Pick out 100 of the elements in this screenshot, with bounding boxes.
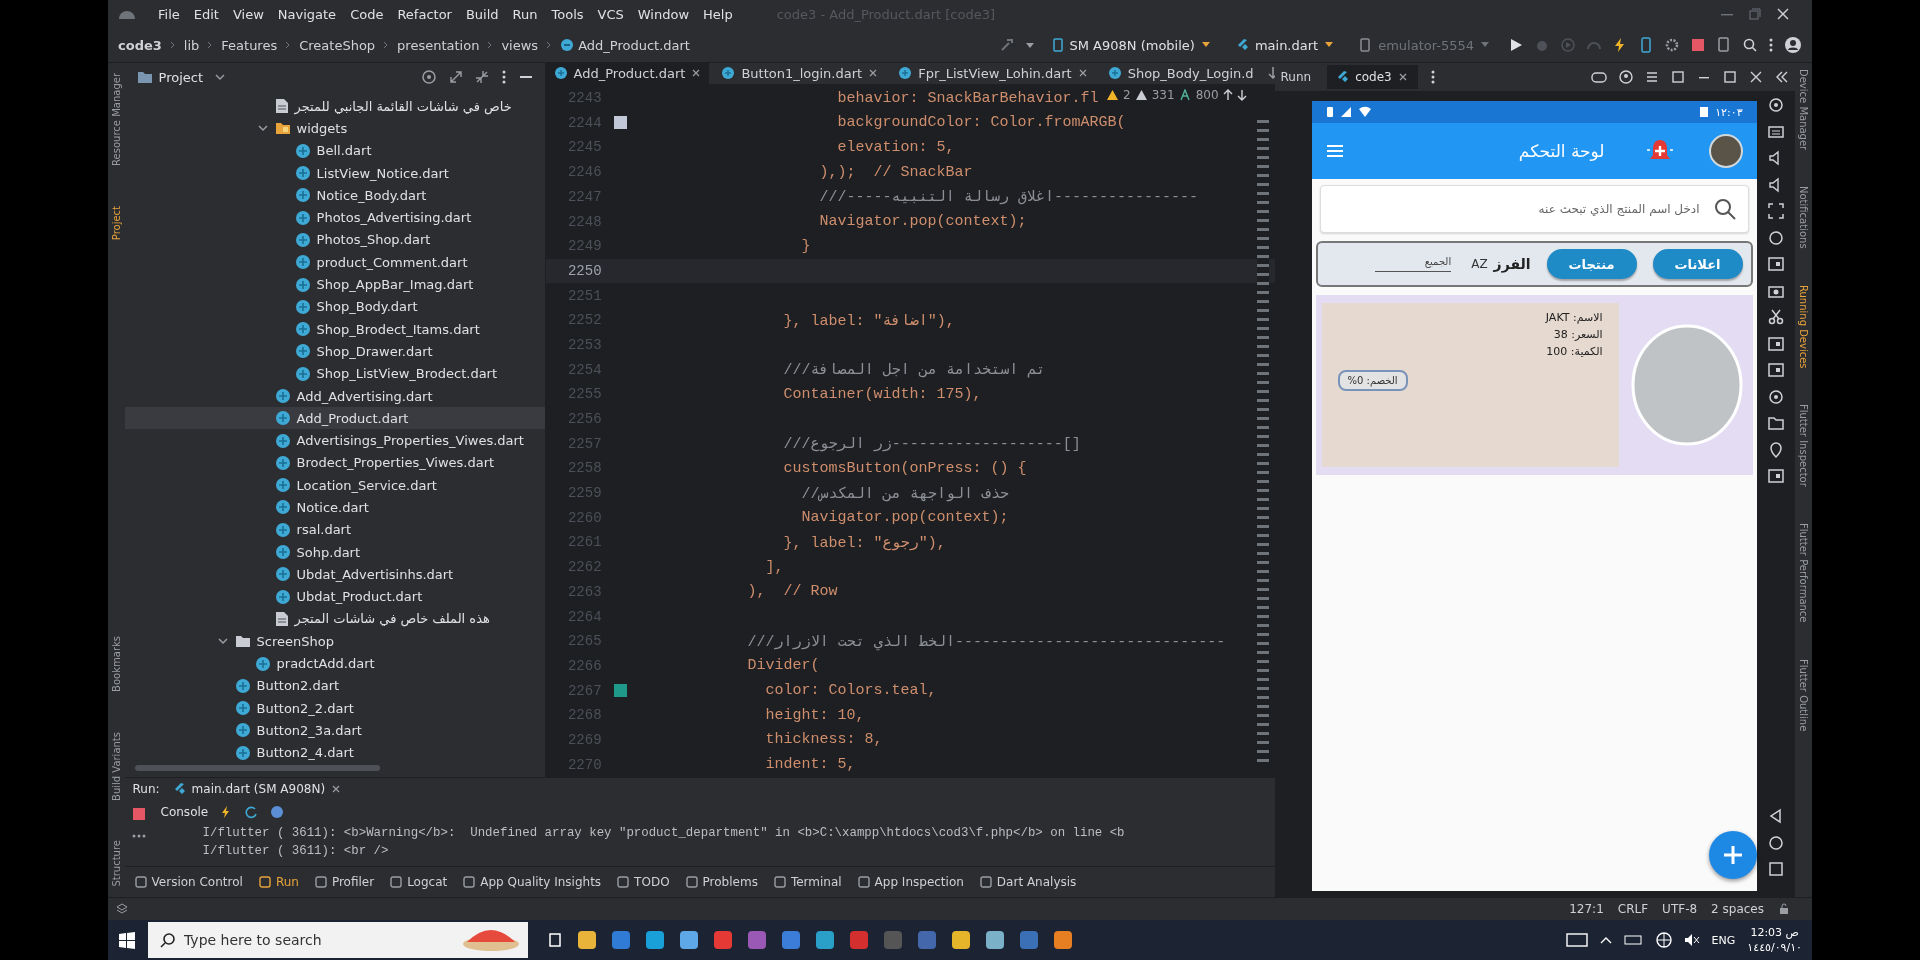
tree-item[interactable]: ListView_Notice.dart — [124, 161, 545, 185]
breadcrumb-item[interactable]: lib — [183, 37, 200, 53]
layers-icon[interactable] — [116, 903, 128, 915]
close-icon[interactable] — [691, 68, 702, 79]
tree-item[interactable]: Shop_ListView_Brodect.dart — [124, 362, 545, 385]
tree-item[interactable]: product_Comment.dart — [124, 251, 545, 274]
app-tile-icon[interactable] — [1052, 929, 1074, 951]
target-icon[interactable] — [420, 69, 437, 85]
run-config-dropdown[interactable]: main.dart — [1228, 33, 1343, 57]
tree-item[interactable]: Button2_4.dart — [124, 741, 545, 764]
category-dropdown[interactable]: الجميع — [1374, 256, 1452, 272]
close-icon[interactable] — [1749, 70, 1764, 84]
close-icon[interactable] — [1776, 7, 1790, 21]
account-icon[interactable] — [1784, 36, 1802, 54]
tree-item[interactable]: Photos_Shop.dart — [124, 228, 545, 252]
tree-item[interactable]: خاص في شاشات القائمة الجانبي للمتجر — [124, 95, 545, 118]
tree-item[interactable]: Brodect_Properties_Viwes.dart — [124, 451, 545, 475]
sort-label[interactable]: الفرز — [1493, 256, 1531, 272]
device-dropdown[interactable]: SM A908N (mobile) — [1045, 33, 1219, 57]
list-icon[interactable] — [1645, 70, 1660, 84]
back-icon[interactable] — [1768, 808, 1784, 824]
tree-item[interactable]: Shop_AppBar_Imag.dart — [124, 273, 545, 296]
editor-tab[interactable]: Fpr_ListView_Lohin.dart — [890, 63, 1096, 84]
tool-window-button[interactable]: TODO — [617, 875, 670, 889]
home-icon[interactable] — [1768, 834, 1784, 851]
tree-item[interactable]: Ubdat_Product.dart — [124, 585, 545, 608]
breadcrumb-item[interactable]: CreateShop — [299, 37, 376, 53]
app-tile-icon[interactable] — [848, 929, 870, 951]
tool-window-tab[interactable]: Running Devices — [1798, 284, 1810, 369]
search-icon[interactable] — [1742, 37, 1758, 53]
circle-icon[interactable] — [1768, 97, 1784, 113]
app-tile-icon[interactable] — [678, 929, 700, 951]
tree-item[interactable]: pradctAdd.dart — [124, 652, 545, 675]
run-tab[interactable]: main.dart (SM A908N) — [173, 782, 342, 796]
breadcrumb-item[interactable]: Features — [221, 37, 278, 53]
menu-item[interactable]: VCS — [597, 6, 624, 22]
menu-item[interactable]: File — [158, 6, 180, 22]
more-icon[interactable] — [1768, 37, 1774, 53]
more-icon[interactable] — [131, 834, 146, 838]
menu-item[interactable]: Refactor — [397, 6, 452, 22]
hammer-icon[interactable] — [999, 37, 1016, 53]
tree-item[interactable]: Shop_Drawer.dart — [124, 340, 545, 363]
device-icon[interactable] — [1716, 37, 1732, 53]
tree-item[interactable]: Ubdat_Advertisinhs.dart — [124, 563, 545, 586]
panel-title[interactable]: Runn — [1280, 70, 1312, 84]
caret-icon[interactable] — [1025, 41, 1036, 49]
tool-window-button[interactable]: Run — [258, 875, 299, 889]
menu-item[interactable]: Build — [465, 6, 499, 22]
speaker-muted-icon[interactable] — [1683, 932, 1700, 948]
phone-icon[interactable] — [1638, 37, 1654, 53]
editor-tab[interactable]: Shop_Body_Login.d — [1099, 63, 1262, 84]
maximize-icon[interactable] — [1723, 70, 1738, 84]
device-tab[interactable]: code3 — [1327, 65, 1418, 89]
tree-item[interactable]: Button2_2.dart — [124, 697, 545, 720]
breadcrumb-item[interactable]: presentation — [397, 37, 480, 53]
menu-icon[interactable] — [1325, 144, 1344, 158]
close-icon[interactable] — [331, 784, 342, 794]
panel-title[interactable]: Project — [158, 69, 204, 85]
tree-item[interactable]: rsal.dart — [124, 518, 545, 541]
gear-icon[interactable] — [1664, 37, 1680, 53]
window-icon[interactable] — [1768, 468, 1784, 484]
tree-item[interactable]: Location_Service.dart — [124, 474, 545, 497]
window-icon[interactable] — [1671, 70, 1686, 84]
tree-item[interactable]: widgets — [124, 117, 545, 140]
sort-alpha-icon[interactable]: AZ — [1471, 257, 1488, 271]
location-pin-icon[interactable] — [1768, 441, 1784, 458]
tool-window-button[interactable]: Terminal — [773, 875, 842, 889]
tool-window-button[interactable]: App Inspection — [857, 875, 964, 889]
caret-up-icon[interactable] — [1599, 935, 1612, 945]
menu-item[interactable]: Tools — [551, 6, 584, 22]
tool-window-button[interactable]: Version Control — [134, 875, 243, 889]
avatar-icon[interactable] — [1708, 134, 1743, 168]
tree-item[interactable]: هذه الملف خاص في شاشات المتجر — [124, 607, 545, 631]
menu-item[interactable]: Help — [703, 6, 733, 22]
gamepad-icon[interactable] — [1591, 70, 1608, 84]
app-tile-icon[interactable] — [712, 929, 734, 951]
stop-icon[interactable] — [1690, 37, 1706, 53]
close-icon[interactable] — [1397, 72, 1408, 82]
menu-item[interactable]: Run — [512, 6, 538, 22]
double-chevron-icon[interactable] — [1775, 70, 1790, 84]
folder-icon[interactable] — [1768, 415, 1784, 431]
tool-window-tab[interactable]: Build Variants — [110, 731, 122, 801]
status-item[interactable]: 127:1 — [1569, 902, 1604, 916]
app-tile-icon[interactable] — [882, 929, 904, 951]
window-icon[interactable] — [1768, 335, 1784, 352]
window-icon[interactable] — [1768, 362, 1784, 378]
down-arrow-icon[interactable] — [1236, 88, 1247, 101]
search-field[interactable]: ادخل اسم المنتج الذي تبحث عنه — [1319, 185, 1749, 233]
down-arrow-icon[interactable] — [1265, 65, 1275, 82]
taskbar-search-field[interactable]: Type here to search — [148, 922, 454, 958]
more-icon[interactable] — [1429, 69, 1436, 85]
app-tile-icon[interactable] — [746, 929, 768, 951]
app-tile-icon[interactable] — [644, 929, 666, 951]
tool-window-tab[interactable]: Notifications — [1798, 186, 1810, 249]
collapse-icon[interactable] — [474, 70, 489, 84]
tree-item[interactable]: Sohp.dart — [124, 540, 545, 564]
expand-icon[interactable] — [448, 70, 463, 84]
frame-icon[interactable] — [1768, 203, 1784, 219]
menu-item[interactable]: Edit — [193, 6, 219, 22]
tool-window-tab[interactable]: Flutter Inspector — [1798, 404, 1810, 488]
